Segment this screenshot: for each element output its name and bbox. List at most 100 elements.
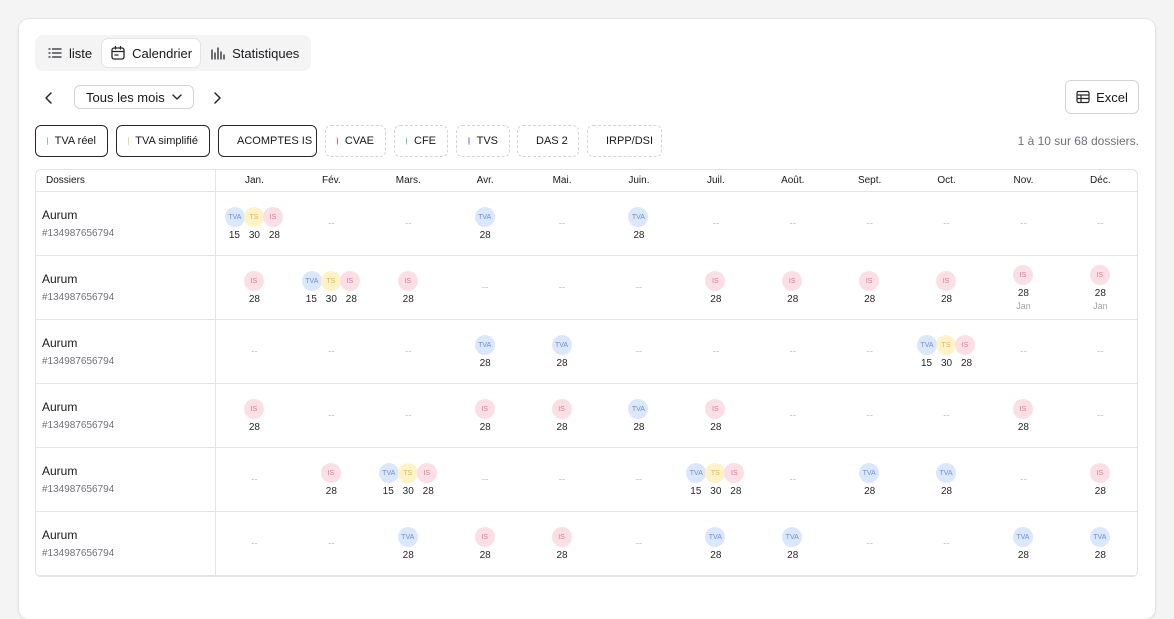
empty-marker: -- [328, 219, 335, 230]
empty-marker: -- [1020, 219, 1027, 230]
previous-period-button[interactable] [37, 86, 61, 110]
deadline-badge-ts[interactable]: TS [321, 271, 341, 291]
filter-chip-cvae[interactable]: CVAE [325, 125, 386, 157]
deadline-badge-tva[interactable]: TVA [686, 463, 706, 483]
deadline-badge-is[interactable]: IS [859, 271, 879, 291]
deadline-badge-is[interactable]: IS [705, 271, 725, 291]
deadline-badge-tva[interactable]: TVA [782, 527, 802, 547]
deadline-badge-is[interactable]: IS [724, 463, 744, 483]
deadline-badge-tva[interactable]: TVA [917, 335, 937, 355]
filter-chip-label: DAS 2 [536, 135, 568, 147]
deadline-badge-is[interactable]: IS [552, 399, 572, 419]
filter-chip-cfe[interactable]: CFE [394, 125, 448, 157]
month-cell: TVATSIS153028 [677, 448, 754, 512]
table-header: Dossiers Jan.Fév.Mars.Avr.Mai.Juin.Juil.… [36, 170, 1137, 192]
deadline-badge-is[interactable]: IS [417, 463, 437, 483]
month-cell: -- [985, 320, 1062, 384]
deadline-day: 28 [552, 422, 572, 433]
deadline-badge-tva[interactable]: TVA [1013, 527, 1033, 547]
empty-marker: -- [866, 347, 873, 358]
deadline-day: 15 [686, 486, 706, 497]
month-cell: IS28 [293, 448, 370, 512]
tab-calendrier[interactable]: Calendrier [102, 39, 200, 67]
filter-chip-acomptes-is[interactable]: ACOMPTES IS [218, 125, 317, 157]
month-cell: IS28 [524, 512, 601, 576]
filter-chip-irpp-dsi[interactable]: IRPP/DSI [587, 125, 662, 157]
table-row[interactable]: Aurum#134987656794IS28----IS28IS28TVA28I… [36, 384, 1137, 448]
month-cell: -- [370, 192, 447, 256]
deadline-badge-tva[interactable]: TVA [475, 335, 495, 355]
deadline-badge-tva[interactable]: TVA [552, 335, 572, 355]
table-row[interactable]: Aurum#134987656794TVATSIS153028----TVA28… [36, 192, 1137, 256]
deadline-badge-is[interactable]: IS [321, 463, 341, 483]
table-body: Aurum#134987656794TVATSIS153028----TVA28… [36, 192, 1137, 576]
deadline-badge-tva[interactable]: TVA [379, 463, 399, 483]
empty-marker: -- [405, 347, 412, 358]
deadline-badge-is[interactable]: IS [244, 271, 264, 291]
table-row[interactable]: Aurum#134987656794------TVA28TVA28------… [36, 320, 1137, 384]
filter-chip-das-2[interactable]: DAS 2 [517, 125, 579, 157]
deadline-badge-tva[interactable]: TVA [936, 463, 956, 483]
deadline-badge-ts[interactable]: TS [705, 463, 725, 483]
deadline-badge-is[interactable]: IS [340, 271, 360, 291]
deadline-badge-tva[interactable]: TVA [628, 207, 648, 227]
deadline-badge-is[interactable]: IS [705, 399, 725, 419]
deadline-badge-is[interactable]: IS [552, 527, 572, 547]
deadline-badge-is[interactable]: IS [475, 399, 495, 419]
table-row[interactable]: Aurum#134987656794----TVA28IS28IS28--TVA… [36, 512, 1137, 576]
tab-statistiques[interactable]: Statistiques [202, 39, 307, 67]
deadline-badge-tva[interactable]: TVA [225, 207, 245, 227]
empty-marker: -- [943, 411, 950, 422]
next-period-button[interactable] [205, 86, 229, 110]
deadline-day: 30 [937, 358, 957, 369]
month-cell: TVA28 [447, 320, 524, 384]
empty-marker: -- [866, 219, 873, 230]
deadline-badge-is[interactable]: IS [398, 271, 418, 291]
deadline-badge-ts[interactable]: TS [398, 463, 418, 483]
deadline-badge-is[interactable]: IS [936, 271, 956, 291]
dossier-name: Aurum [42, 336, 215, 350]
month-select-value: Tous les mois [86, 90, 165, 105]
excel-export-button[interactable]: Excel [1065, 80, 1139, 114]
filter-chip-tvs[interactable]: TVS [456, 125, 510, 157]
deadline-badge-is[interactable]: IS [1090, 463, 1110, 483]
column-header-month: Avr. [447, 170, 524, 192]
filter-chip-tva-simplifie[interactable]: TVA simplifié [116, 125, 210, 157]
deadline-badge-is[interactable]: IS [1090, 265, 1110, 285]
deadline-badge-is[interactable]: IS [1013, 265, 1033, 285]
deadline-badge-is[interactable]: IS [782, 271, 802, 291]
deadline-badge-ts[interactable]: TS [936, 335, 956, 355]
deadline-badge-tva[interactable]: TVA [1090, 527, 1110, 547]
deadline-day: 28 [1090, 550, 1110, 561]
column-header-month: Juin. [601, 170, 678, 192]
table-row[interactable]: Aurum#134987656794IS28TVATSIS153028IS28-… [36, 256, 1137, 320]
filter-chip-label: CVAE [345, 135, 374, 147]
deadline-badge-tva[interactable]: TVA [398, 527, 418, 547]
filter-chip-tva-reel[interactable]: TVA réel [35, 125, 108, 157]
table-row[interactable]: Aurum#134987656794--IS28TVATSIS153028---… [36, 448, 1137, 512]
month-cell: IS28 [831, 256, 908, 320]
deadline-badge-tva[interactable]: TVA [302, 271, 322, 291]
month-select[interactable]: Tous les mois [74, 85, 194, 109]
deadline-badge-tva[interactable]: TVA [628, 399, 648, 419]
month-cell: -- [370, 320, 447, 384]
deadline-badge-is[interactable]: IS [955, 335, 975, 355]
month-cell: -- [370, 384, 447, 448]
month-cell: TVATSIS153028 [293, 256, 370, 320]
dossier-name: Aurum [42, 272, 215, 286]
deadline-badge-ts[interactable]: TS [244, 207, 264, 227]
month-cell: IS 28 [524, 384, 601, 448]
deadline-badge-is[interactable]: IS [1013, 399, 1033, 419]
deadline-badge-is[interactable]: IS [244, 399, 264, 419]
deadline-badge-is[interactable]: IS [475, 527, 495, 547]
empty-marker: -- [1097, 411, 1104, 422]
empty-marker: -- [559, 475, 566, 486]
deadline-badge-tva[interactable]: TVA [705, 527, 725, 547]
deadline-badge-tva[interactable]: TVA [859, 463, 879, 483]
color-dot-icon [337, 137, 338, 145]
deadline-day: 28 [706, 550, 726, 561]
tab-liste[interactable]: liste [39, 39, 100, 67]
deadline-badge-is[interactable]: IS [263, 207, 283, 227]
bar-chart-icon [210, 45, 226, 61]
deadline-badge-tva[interactable]: TVA [475, 207, 495, 227]
